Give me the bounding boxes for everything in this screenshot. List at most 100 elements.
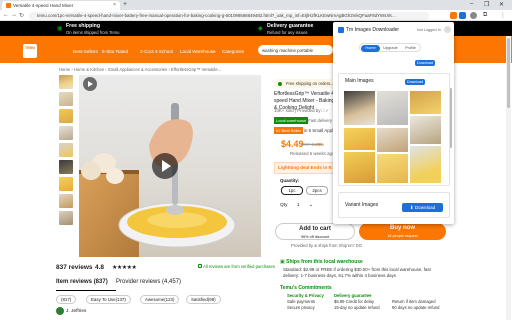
thumbnail-4[interactable] <box>59 126 73 140</box>
breadcrumb[interactable]: Home › Home & Kitchen › Small Appliances… <box>59 67 221 72</box>
close-window-button[interactable]: ✕ <box>499 1 504 8</box>
popup-image-1[interactable] <box>344 91 375 125</box>
returns-box: Return if item damaged 90 days no update… <box>392 293 440 311</box>
review-chip-satisfied[interactable]: Satisfied(99) <box>186 295 221 304</box>
verified-notice: All reviews are from verified purchases <box>198 264 275 269</box>
thumbnail-2[interactable] <box>59 92 73 106</box>
download-all-button[interactable]: Download <box>415 60 435 66</box>
tab-item-reviews[interactable]: Item reviews (837) <box>56 279 108 285</box>
image-downloader-extension-icon[interactable] <box>459 12 466 19</box>
extension-popup: Tm Images Downloader Not Logged In Home … <box>333 22 454 224</box>
thumbnail-1[interactable] <box>59 75 73 89</box>
search-value: washing machine portable <box>262 47 314 53</box>
tab-upgrade[interactable]: Upgrade <box>381 45 400 52</box>
buy-now-label: Buy now <box>390 225 415 231</box>
rating-score: 4.8 <box>95 264 105 271</box>
reviewer-name: J. Jeffries <box>66 309 87 314</box>
temu-logo[interactable]: TEMU <box>23 44 37 58</box>
main-images-title: Main Images <box>345 78 374 84</box>
option-2pcs[interactable]: 2pcs <box>306 186 328 195</box>
download-main-button[interactable]: Download <box>405 79 425 85</box>
qty-value: 1 <box>296 203 300 208</box>
reload-icon[interactable]: ↻ <box>19 12 24 19</box>
popup-avatar-icon[interactable] <box>444 26 451 33</box>
delivery-guarantee-label: Delivery guarantee <box>267 23 314 29</box>
quantity-stepper[interactable]: Qty 1 ⌄ <box>280 203 313 208</box>
delivery-line-2: 15-day no update refund <box>334 305 380 310</box>
logo-text: TEMU <box>24 46 36 50</box>
thumbnail-9[interactable] <box>59 211 73 225</box>
popup-image-8[interactable] <box>377 154 408 183</box>
maximize-button[interactable]: ❐ <box>484 1 489 8</box>
temu-favicon-icon <box>6 3 11 8</box>
review-chip-awesome[interactable]: Awesome(123) <box>140 295 180 304</box>
forward-icon[interactable]: → <box>11 12 17 18</box>
verified-text: All reviews are from verified purchases <box>203 264 275 269</box>
url-field[interactable]: temu.com/1pc-versatile-4-speed-hand-mixe… <box>29 11 429 20</box>
tab-profile[interactable]: Profile <box>401 45 420 52</box>
nav-five-star[interactable]: 5-Star Rated <box>102 49 128 54</box>
nav-cool-school[interactable]: 2-Cool 4-School <box>140 49 173 54</box>
thumbnail-8[interactable] <box>59 194 73 208</box>
tab-title: Versatile 4-speed Hand Mixer <box>13 3 74 8</box>
popup-image-5[interactable] <box>344 128 375 150</box>
best-seller-badge: #1 Best Seller <box>274 127 303 134</box>
free-shipping-label: Free shipping <box>66 23 101 29</box>
shipping-notice: Free shipping on orders... <box>274 79 336 88</box>
delivery-title: Delivery guarantee <box>334 293 372 298</box>
security-line-1: Safe payments <box>287 299 315 304</box>
active-tab-underline <box>56 290 116 291</box>
add-to-cart-sub: 96% off discount <box>300 235 329 239</box>
thumbnail-5[interactable] <box>59 143 73 157</box>
discount-percent: -72% <box>314 142 325 147</box>
reviews-count: 837 reviews <box>56 264 93 271</box>
minimize-button[interactable]: – <box>470 1 473 7</box>
thumbnail-7[interactable] <box>59 177 73 191</box>
nav-best-sellers[interactable]: Best-Sellers <box>73 49 98 54</box>
security-line-2: Secure privacy <box>287 305 315 310</box>
provided-by: Provided by & ships from Ship'em' DO <box>291 243 362 248</box>
popup-scrollbar[interactable] <box>450 88 452 148</box>
security-privacy: Security & Privacy Safe payments Secure … <box>287 293 324 311</box>
menu-icon[interactable]: ⋮ <box>500 12 506 19</box>
popup-image-2[interactable] <box>377 91 408 125</box>
download-variant-button[interactable]: ⬇ Download <box>402 203 443 212</box>
profile-icon[interactable] <box>470 12 477 19</box>
video-play-icon[interactable] <box>152 153 178 179</box>
thumbnail-6[interactable] <box>59 160 73 174</box>
commitments-title[interactable]: Temu's Commitments <box>280 285 332 291</box>
shipping-notice-text: Free shipping on orders... <box>286 81 334 86</box>
new-tab-button[interactable]: + <box>123 1 127 8</box>
sold-count: 10K+ sold | Provided by □ ✓ <box>274 108 330 113</box>
popup-image-6[interactable] <box>377 128 408 152</box>
popup-image-7[interactable] <box>344 152 375 183</box>
lightning-deal-banner: Lightning deal Ends in 9:35:43 <box>274 162 339 174</box>
tab-home[interactable]: Home <box>361 44 380 52</box>
page-scrollbar-thumb[interactable] <box>507 38 510 108</box>
popup-image-4[interactable] <box>410 116 441 144</box>
popup-image-9[interactable] <box>410 146 441 183</box>
nav-categories[interactable]: Categories <box>222 49 244 54</box>
popup-image-3[interactable] <box>410 91 441 114</box>
search-input[interactable]: washing machine portable <box>258 45 333 55</box>
extensions-puzzle-icon[interactable]: ⧉ <box>483 12 487 19</box>
buy-now-sub: 16 people request <box>387 234 418 238</box>
back-icon[interactable]: ← <box>3 12 9 18</box>
close-tab-icon[interactable]: × <box>113 2 116 8</box>
thumbnail-3[interactable] <box>59 109 73 123</box>
ships-from-title[interactable]: ▣ Ships from this local warehouse <box>280 259 363 265</box>
quantity-label: Quantity: <box>280 178 300 183</box>
browser-tab[interactable]: Versatile 4-speed Hand Mixer × <box>2 1 120 10</box>
video-play-small-icon[interactable] <box>83 77 97 91</box>
review-chip-pictures[interactable]: (817) <box>56 295 77 304</box>
tab-provider-reviews[interactable]: Provider reviews (4,457) <box>116 279 181 285</box>
option-1pc[interactable]: 1pc <box>281 186 303 195</box>
add-to-cart-button[interactable]: Add to cart 96% off discount <box>275 223 355 240</box>
check-icon <box>278 81 282 86</box>
review-chip-easy[interactable]: Easy To Use(137) <box>86 295 131 304</box>
temu-extension-icon[interactable] <box>450 12 457 19</box>
browser-tabstrip: Versatile 4-speed Hand Mixer × + – ❐ ✕ <box>0 0 512 10</box>
nav-local-warehouse[interactable]: Local Warehouse <box>180 49 216 54</box>
download-variant-label: Download <box>414 205 436 210</box>
buy-now-button[interactable]: Buy now 16 people request <box>359 223 446 240</box>
